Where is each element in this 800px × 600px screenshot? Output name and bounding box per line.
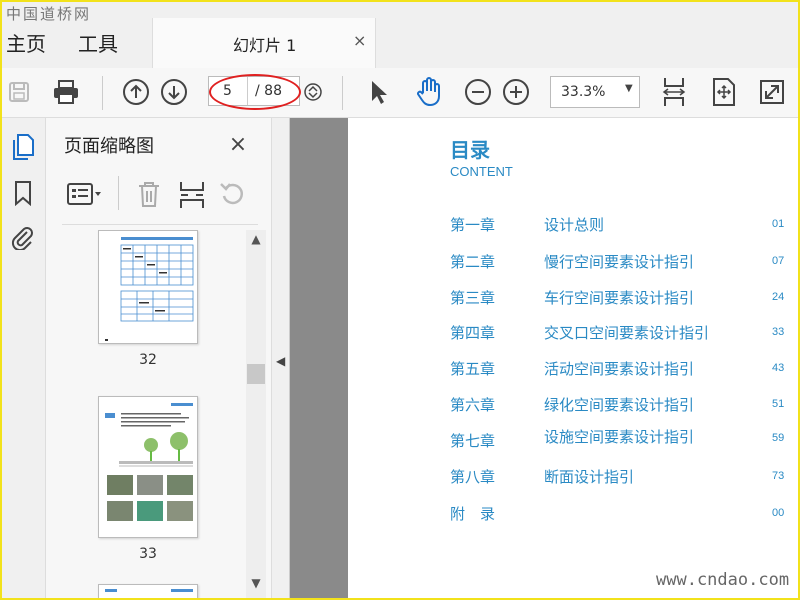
attachment-icon[interactable] (8, 222, 38, 252)
zoom-in-icon[interactable] (500, 76, 532, 108)
panel-collapse-handle[interactable]: ◀ (272, 118, 290, 598)
toc-chapter-name: 绿化空间要素设计指引 (544, 396, 695, 414)
scrollbar-thumb[interactable] (247, 364, 265, 384)
toc-page-number: 07 (772, 255, 785, 267)
toc-subtitle: CONTENT (450, 164, 513, 179)
chevron-left-icon: ◀ (276, 354, 286, 368)
toc-page-number: 01 (772, 218, 785, 230)
hand-tool-icon[interactable] (412, 76, 446, 108)
zoom-out-icon[interactable] (462, 76, 494, 108)
zoom-level-select[interactable]: 33.3% ▼ (550, 76, 640, 108)
page-thumbnails-panel: 页面缩略图 × 32 33 ▲ ▼ (46, 118, 272, 598)
toc-chapter: 第五章 (450, 360, 496, 378)
crop-page-icon[interactable] (178, 180, 206, 214)
document-tab[interactable]: 幻灯片 1 × (152, 18, 376, 70)
toc-page-number: 43 (772, 362, 785, 374)
toc-row: 第四章 交叉口空间要素设计指引 33 (348, 322, 798, 344)
fullscreen-icon[interactable] (756, 76, 788, 108)
toc-chapter-name: 车行空间要素设计指引 (544, 289, 695, 307)
bookmark-icon[interactable] (8, 178, 38, 208)
page-thumbnails-icon[interactable] (8, 132, 38, 162)
toc-chapter-name: 设施空间要素设计指引 (544, 428, 695, 446)
toc-chapter: 第二章 (450, 253, 496, 271)
toc-page-number: 59 (772, 432, 785, 444)
menu-tools[interactable]: 工具 (78, 28, 118, 57)
toolbar-separator (342, 76, 343, 110)
toc-page-number: 51 (772, 398, 785, 410)
select-cursor-icon[interactable] (364, 76, 394, 108)
top-menu-bar: 中国道桥网 主页 工具 幻灯片 1 × (2, 2, 798, 70)
print-icon[interactable] (50, 76, 82, 108)
watermark-bottom: www.cndao.com (656, 570, 790, 590)
toc-page-number: 24 (772, 291, 785, 303)
toc-row: 第二章 慢行空间要素设计指引 07 (348, 251, 798, 273)
toc-page-number: 33 (772, 326, 785, 338)
toc-chapter-name: 断面设计指引 (544, 468, 635, 486)
toc-chapter: 第八章 (450, 468, 496, 486)
fit-page-icon[interactable] (708, 76, 740, 108)
thumbnail-page-label: 33 (139, 546, 157, 562)
toc-chapter: 第六章 (450, 396, 496, 414)
toc-chapter-name: 活动空间要素设计指引 (544, 360, 695, 378)
close-icon[interactable]: × (224, 130, 252, 158)
toc-chapter-name: 慢行空间要素设计指引 (544, 253, 695, 271)
toc-row: 第三章 车行空间要素设计指引 24 (348, 287, 798, 309)
page-number-highlight-annotation (209, 74, 301, 110)
thumbnail-page-32[interactable] (98, 230, 198, 344)
panel-title: 页面缩略图 (64, 136, 154, 157)
chevron-up-icon[interactable]: ▲ (246, 232, 266, 252)
panel-toolbar (62, 174, 258, 214)
next-page-icon[interactable] (158, 76, 190, 108)
panel-toolbar-separator (118, 176, 119, 210)
toc-chapter: 第七章 (450, 432, 496, 450)
toc-row: 第五章 活动空间要素设计指引 43 (348, 358, 798, 380)
rotate-page-icon[interactable] (218, 180, 246, 212)
delete-page-icon[interactable] (136, 180, 162, 212)
thumbnail-page-partial[interactable] (98, 584, 198, 598)
toc-page-number: 73 (772, 470, 785, 482)
thumbnail-page-33[interactable] (98, 396, 198, 538)
toc-row: 附 录 00 (348, 503, 798, 525)
toolbar: 5 / 88 33.3% ▼ (2, 68, 798, 118)
chevron-down-icon: ▼ (625, 83, 633, 94)
toc-chapter-name: 设计总则 (544, 216, 605, 234)
zoom-level-value: 33.3% (561, 84, 606, 100)
document-tab-label: 幻灯片 1 (233, 36, 297, 55)
toc-row: 第六章 绿化空间要素设计指引 51 (348, 394, 798, 416)
toc-chapter: 第一章 (450, 216, 496, 234)
toc-title: 目录 (450, 138, 490, 162)
toc-chapter-name: 交叉口空间要素设计指引 (544, 324, 710, 342)
chevron-down-icon[interactable]: ▼ (246, 576, 266, 596)
previous-page-icon[interactable] (120, 76, 152, 108)
save-icon[interactable] (6, 76, 32, 108)
thumbnail-list: 32 33 (60, 230, 246, 598)
tab-close-icon[interactable]: × (353, 31, 366, 50)
toc-chapter: 第四章 (450, 324, 496, 342)
toc-chapter: 第三章 (450, 289, 496, 307)
menu-home[interactable]: 主页 (6, 28, 46, 57)
options-menu-icon[interactable] (66, 180, 104, 212)
toc-row: 第七章 设施空间要素设计指引 59 (348, 428, 798, 450)
toc-row: 第八章 断面设计指引 73 (348, 466, 798, 488)
panel-divider (62, 224, 258, 225)
thumbnail-page-label: 32 (139, 352, 157, 368)
page-spin-icon[interactable] (302, 76, 324, 108)
toc-row: 第一章 设计总则 01 (348, 214, 798, 236)
watermark-top: 中国道桥网 (6, 5, 92, 23)
toolbar-separator (102, 76, 103, 110)
thumbnail-scrollbar[interactable]: ▲ ▼ (246, 230, 266, 598)
navigation-rail (2, 118, 46, 598)
toc-page-number: 00 (772, 507, 785, 519)
fit-width-icon[interactable] (658, 76, 690, 108)
toc-chapter: 附 录 (450, 505, 496, 523)
document-page: 目录 CONTENT 第一章 设计总则 01 第二章 慢行空间要素设计指引 07… (348, 118, 798, 598)
